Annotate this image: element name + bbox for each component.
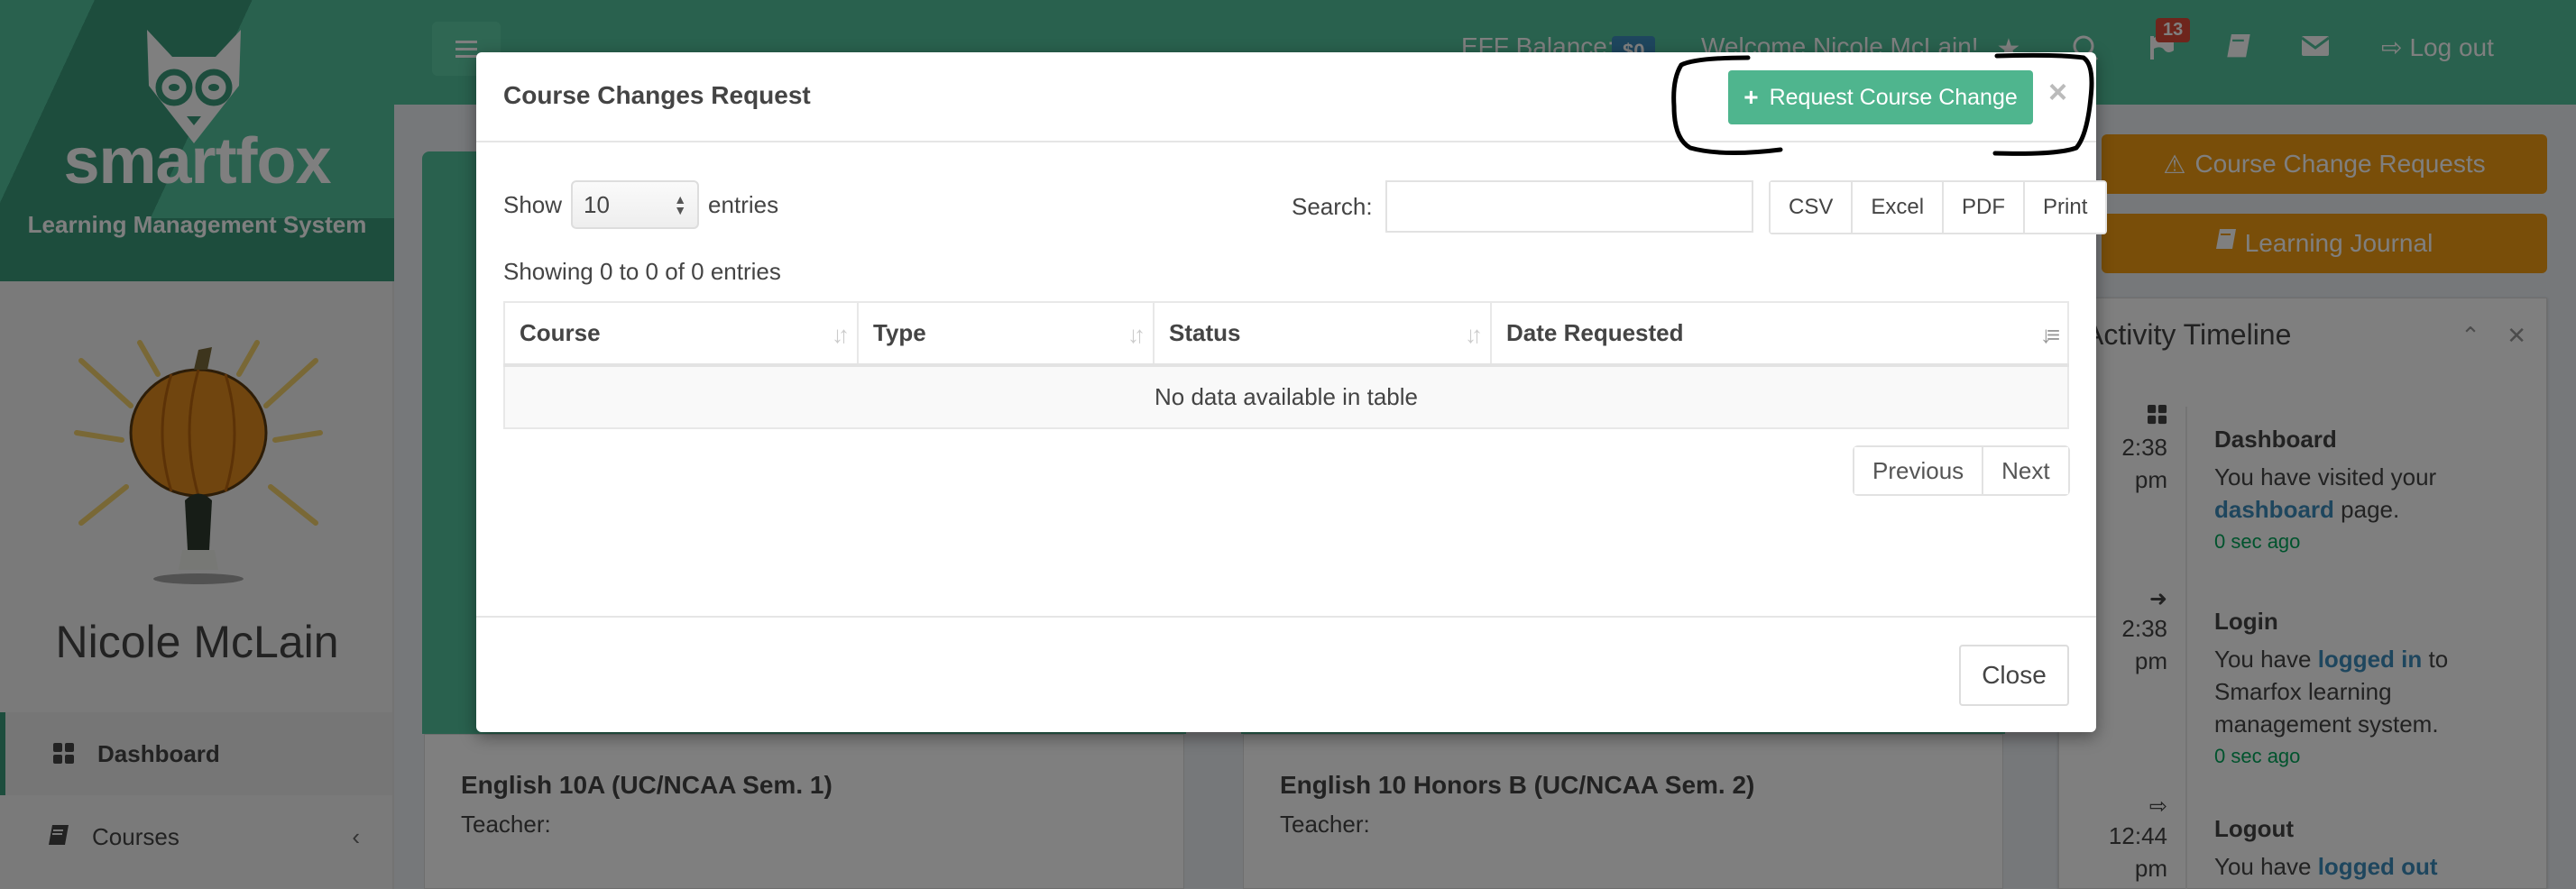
column-header-type[interactable]: Type ↓↑ (858, 302, 1155, 367)
course-changes-table: Course ↓↑ Type ↓↑ Status ↓↑ Date Requested ↓… (503, 301, 2069, 429)
search-input[interactable] (1385, 180, 1753, 233)
excel-button[interactable]: Excel (1853, 182, 1945, 233)
sort-desc-icon: ↓≡ (2039, 321, 2060, 348)
course-changes-modal: Course Changes Request + Request Course … (476, 52, 2108, 732)
request-course-change-button[interactable]: + Request Course Change (1728, 70, 2033, 124)
sort-icon: ↓↑ (1127, 321, 1145, 348)
previous-page-button[interactable]: Previous (1854, 447, 1984, 494)
sort-icon: ↓↑ (1465, 321, 1483, 348)
modal-title: Course Changes Request (503, 81, 811, 109)
select-arrows-icon: ▲ ▼ (674, 192, 687, 217)
export-buttons: CSV Excel PDF Print (1769, 180, 2108, 234)
close-button[interactable]: Close (1959, 645, 2069, 706)
csv-button[interactable]: CSV (1771, 182, 1854, 233)
column-header-date-requested[interactable]: Date Requested ↓≡ (1491, 302, 2068, 367)
column-header-course[interactable]: Course ↓↑ (504, 302, 859, 367)
search-control: Search: (1292, 180, 1753, 233)
entries-length-control: Show 10 ▲ ▼ entries (503, 180, 778, 229)
pdf-button[interactable]: PDF (1944, 182, 2026, 233)
column-header-status[interactable]: Status ↓↑ (1154, 302, 1492, 367)
print-button[interactable]: Print (2025, 182, 2106, 233)
sort-icon: ↓↑ (832, 321, 850, 348)
empty-message: No data available in table (504, 365, 2068, 428)
modal-footer: Close (476, 616, 2096, 732)
empty-row: No data available in table (504, 365, 2068, 428)
close-icon[interactable]: × (2048, 74, 2067, 110)
next-page-button[interactable]: Next (1983, 447, 2068, 494)
modal-header: Course Changes Request + Request Course … (476, 52, 2096, 142)
plus-icon: + (1743, 83, 1759, 111)
table-info: Showing 0 to 0 of 0 entries (503, 258, 781, 285)
entries-select[interactable]: 10 ▲ ▼ (571, 180, 700, 229)
pagination: Previous Next (1853, 445, 2070, 496)
